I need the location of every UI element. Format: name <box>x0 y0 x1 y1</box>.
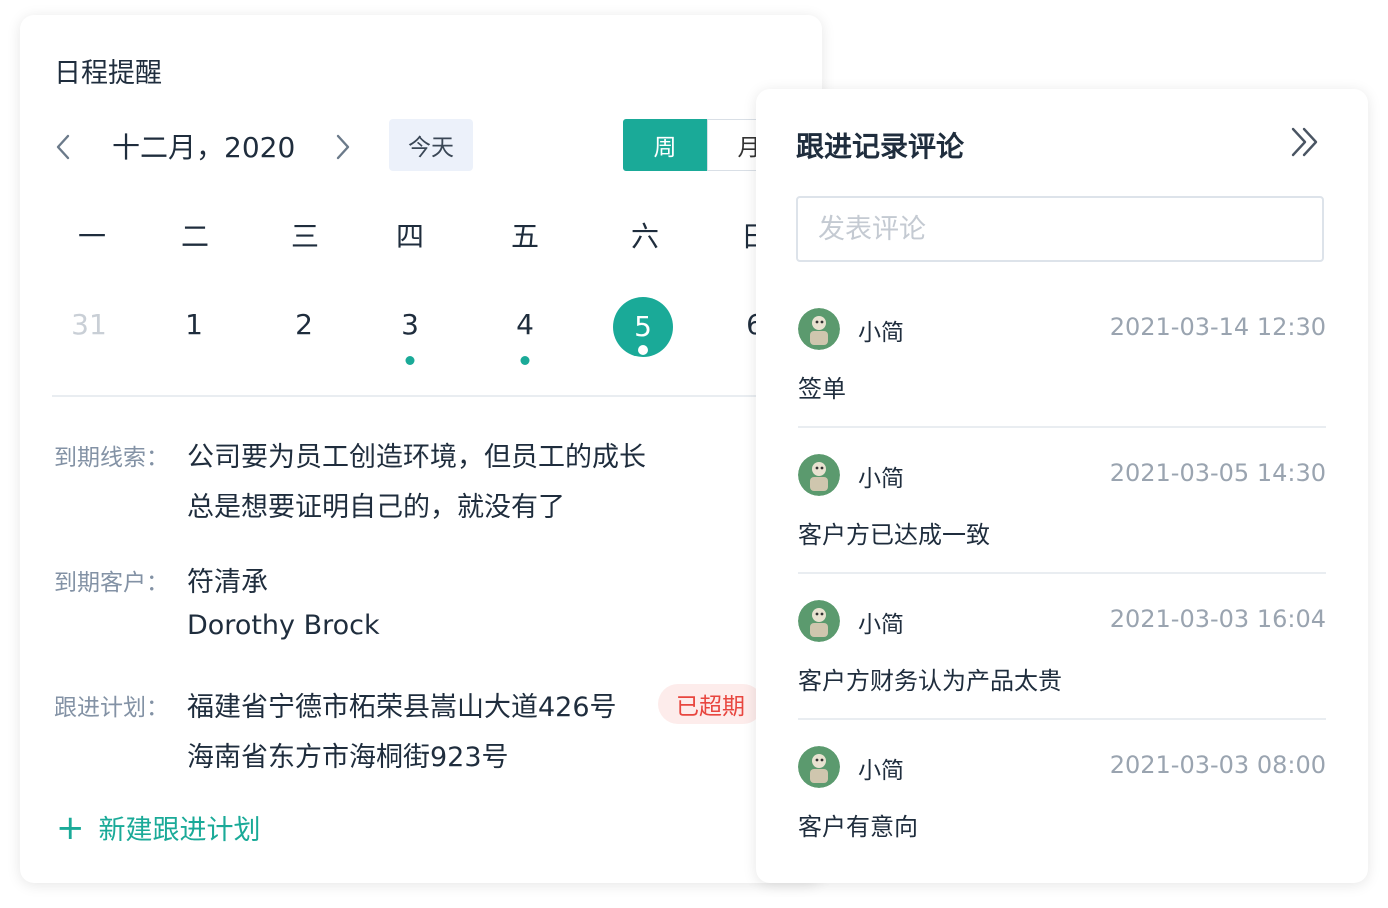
weekday-wed: 三 <box>290 220 320 253</box>
comment-author: 小简 <box>858 320 904 346</box>
schedule-title: 日程提醒 <box>54 58 162 89</box>
schedule-card: 日程提醒 十二月，2020 今天 周 月 一 二 三 四 五 六 日 31 1 … <box>20 15 822 883</box>
comments-panel: 跟进记录评论 小简 2021-03-14 12:30 签单 小简 2021-03… <box>756 89 1368 883</box>
plan-address[interactable]: 福建省宁德市柘荣县嵩山大道426号 <box>187 685 617 724</box>
avatar <box>798 746 840 788</box>
week-view-button[interactable]: 周 <box>623 119 707 171</box>
avatar <box>798 600 840 642</box>
comment-item: 小简 2021-03-03 16:04 客户方财务认为产品太贵 <box>798 600 1326 749</box>
avatar <box>798 454 840 496</box>
lead-text-line: 总是想要证明自己的，就没有了 <box>187 492 565 523</box>
day-number: 1 <box>185 308 203 341</box>
comment-text: 客户有意向 <box>798 813 918 841</box>
lead-label: 到期线索： <box>54 445 169 471</box>
comment-text: 客户方已达成一致 <box>798 521 990 549</box>
comment-item: 小简 2021-03-03 08:00 客户有意向 <box>798 746 1326 895</box>
comment-author: 小简 <box>858 758 904 784</box>
comment-text: 客户方财务认为产品太贵 <box>798 667 1062 695</box>
calendar-day[interactable]: 3 <box>380 307 440 367</box>
divider <box>798 718 1326 720</box>
day-number: 31 <box>71 308 107 341</box>
divider <box>52 395 792 397</box>
comment-author: 小简 <box>858 612 904 638</box>
calendar-day[interactable]: 2 <box>274 307 334 367</box>
day-number: 4 <box>516 308 534 341</box>
event-dot <box>638 345 648 355</box>
prev-month-icon[interactable] <box>50 129 78 165</box>
divider <box>798 426 1326 428</box>
avatar <box>798 308 840 350</box>
month-label: 十二月，2020 <box>112 131 296 164</box>
weekday-mon: 一 <box>77 220 107 253</box>
day-number: 2 <box>295 308 313 341</box>
event-dot <box>520 356 530 365</box>
event-dot <box>405 356 415 365</box>
comment-time: 2021-03-03 08:00 <box>1109 751 1326 779</box>
comment-text: 签单 <box>798 375 846 403</box>
overdue-badge: 已超期 <box>658 684 763 724</box>
new-plan-button[interactable]: + 新建跟进计划 <box>56 808 261 847</box>
comment-time: 2021-03-03 16:04 <box>1109 605 1326 633</box>
comment-time: 2021-03-05 14:30 <box>1109 459 1326 487</box>
divider <box>798 572 1326 574</box>
plan-address[interactable]: 海南省东方市海桐街923号 <box>187 735 509 774</box>
customer-name[interactable]: 符清承 <box>187 560 268 599</box>
next-month-icon[interactable] <box>328 129 356 165</box>
plan-label: 跟进计划： <box>54 695 169 721</box>
day-number: 3 <box>401 308 419 341</box>
comment-item: 小简 2021-03-05 14:30 客户方已达成一致 <box>798 454 1326 603</box>
comment-input[interactable] <box>796 196 1324 262</box>
weekday-fri: 五 <box>510 220 540 253</box>
plus-icon: + <box>56 807 85 848</box>
customer-label: 到期客户： <box>54 570 169 596</box>
weekday-thu: 四 <box>395 220 425 253</box>
new-plan-label: 新建跟进计划 <box>98 815 261 846</box>
today-button[interactable]: 今天 <box>389 119 473 171</box>
calendar-day[interactable]: 31 <box>59 307 119 367</box>
comment-author: 小简 <box>858 466 904 492</box>
comment-time: 2021-03-14 12:30 <box>1109 313 1326 341</box>
weekday-sat: 六 <box>630 220 660 253</box>
lead-text-line: 公司要为员工创造环境，但员工的成长 <box>187 442 646 473</box>
comments-title: 跟进记录评论 <box>796 130 965 163</box>
customer-name[interactable]: Dorothy Brock <box>187 610 380 641</box>
calendar-day-selected[interactable]: 5 <box>613 297 673 367</box>
comment-item: 小简 2021-03-14 12:30 签单 <box>798 308 1326 457</box>
weekday-tue: 二 <box>180 220 210 253</box>
double-chevron-right-icon[interactable] <box>1286 123 1324 161</box>
calendar-day[interactable]: 4 <box>495 307 555 367</box>
calendar-day[interactable]: 1 <box>164 307 224 367</box>
